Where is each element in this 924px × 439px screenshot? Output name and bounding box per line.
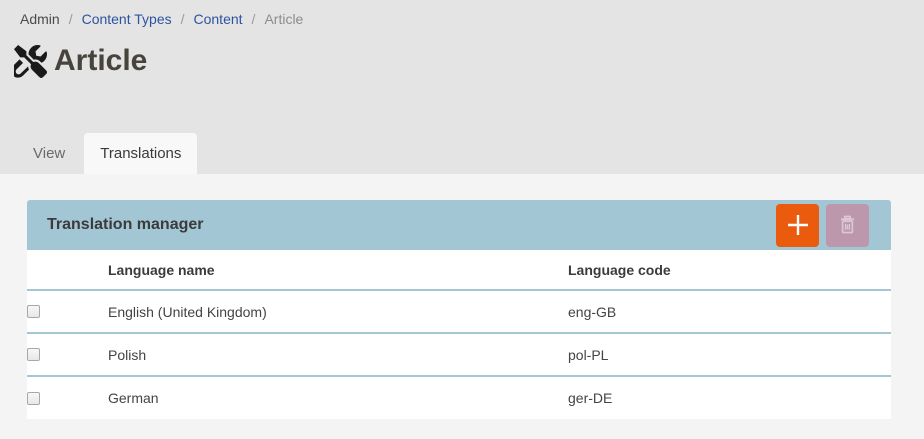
tab-content: Translation manager: [0, 174, 924, 419]
column-header-language-name: Language name: [108, 250, 568, 290]
language-code-cell: pol-PL: [568, 333, 891, 376]
table-row: Polish pol-PL: [27, 333, 891, 376]
column-header-language-code: Language code: [568, 250, 891, 290]
panel-actions: [776, 204, 869, 247]
table-row: English (United Kingdom) eng-GB: [27, 290, 891, 333]
breadcrumb-item-content-types[interactable]: Content Types: [82, 11, 172, 27]
breadcrumb-separator: /: [69, 11, 73, 27]
language-name-cell: Polish: [108, 333, 568, 376]
translation-manager-panel: Translation manager: [27, 200, 891, 419]
checkbox-column-header: [27, 250, 108, 290]
language-code-cell: ger-DE: [568, 376, 891, 419]
tab-translations[interactable]: Translations: [84, 133, 197, 174]
panel-header: Translation manager: [27, 200, 891, 250]
tools-icon: [14, 45, 47, 78]
tab-bar: View Translations: [14, 133, 197, 174]
breadcrumb-separator: /: [252, 11, 256, 27]
panel-title: Translation manager: [47, 216, 204, 234]
translations-table: Language name Language code English (Uni…: [27, 250, 891, 419]
table-header-row: Language name Language code: [27, 250, 891, 290]
tab-view[interactable]: View: [14, 133, 84, 174]
page-title: Article: [54, 44, 147, 78]
breadcrumb-separator: /: [181, 11, 185, 27]
language-code-cell: eng-GB: [568, 290, 891, 333]
page-header: Admin / Content Types / Content / Articl…: [0, 0, 924, 174]
breadcrumb-item-article: Article: [264, 11, 303, 27]
breadcrumb-item-content[interactable]: Content: [194, 11, 243, 27]
row-checkbox[interactable]: [27, 305, 40, 318]
delete-translation-button[interactable]: [826, 204, 869, 247]
language-name-cell: German: [108, 376, 568, 419]
add-translation-button[interactable]: [776, 204, 819, 247]
language-name-cell: English (United Kingdom): [108, 290, 568, 333]
row-checkbox[interactable]: [27, 392, 40, 405]
breadcrumb-item-admin: Admin: [20, 11, 60, 27]
table-row: German ger-DE: [27, 376, 891, 419]
trash-icon: [835, 213, 860, 238]
row-checkbox[interactable]: [27, 348, 40, 361]
title-row: Article: [14, 44, 924, 78]
breadcrumb: Admin / Content Types / Content / Articl…: [0, 0, 924, 27]
plus-icon: [785, 212, 811, 238]
